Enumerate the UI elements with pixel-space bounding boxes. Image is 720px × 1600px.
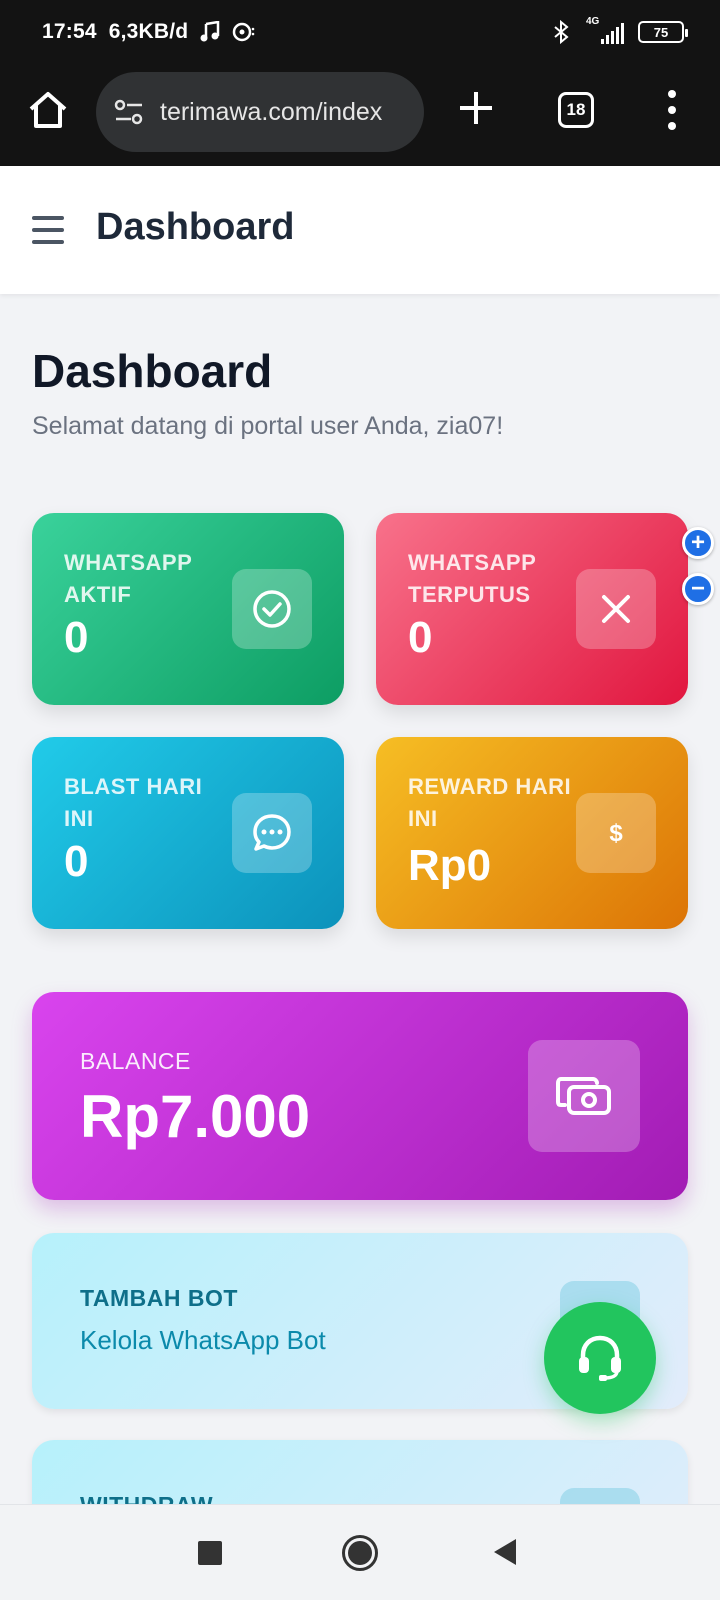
- new-tab-icon[interactable]: [456, 88, 496, 128]
- app-header: Dashboard: [0, 166, 720, 294]
- stat-card-reward-hari-ini[interactable]: REWARD HARI INI Rp0 $: [376, 737, 688, 929]
- stat-label: WHATSAPP TERPUTUS: [408, 550, 536, 607]
- chat-bubble-icon: [253, 814, 291, 851]
- action-subtitle: Kelola WhatsApp Bot: [80, 1325, 326, 1355]
- status-left: 17:54 6,3KB/d: [42, 20, 256, 44]
- home-icon[interactable]: [26, 88, 70, 132]
- stat-icon-box: [232, 793, 312, 873]
- svg-text:$: $: [609, 820, 623, 847]
- address-bar[interactable]: terimawa.com/index: [96, 72, 424, 152]
- support-fab[interactable]: [544, 1302, 656, 1414]
- stat-card-whatsapp-terputus[interactable]: WHATSAPP TERPUTUS 0: [376, 513, 688, 705]
- money-icon: [556, 1077, 611, 1115]
- check-circle-icon: [253, 590, 291, 628]
- stat-card-blast-hari-ini[interactable]: BLAST HARI INI 0: [32, 737, 344, 929]
- x-icon: [602, 595, 630, 623]
- stat-value: 0: [64, 837, 89, 886]
- stat-icon-box: $: [576, 793, 656, 873]
- network-type: 4G: [586, 16, 600, 27]
- tabs-button[interactable]: 18: [558, 92, 594, 128]
- stat-label: WHATSAPP AKTIF: [64, 550, 192, 607]
- stat-label: REWARD HARI INI: [408, 774, 572, 831]
- back-icon[interactable]: [494, 1539, 516, 1565]
- status-bar: 17:54 6,3KB/d 4G 75: [0, 0, 720, 70]
- status-right: 4G 75: [552, 16, 688, 44]
- tab-count: 18: [566, 100, 586, 119]
- balance-icon-box: [528, 1040, 640, 1152]
- network-speed: 6,3KB/d: [108, 20, 189, 43]
- stat-value: 0: [64, 613, 89, 662]
- browser-toolbar: terimawa.com/index 18: [0, 70, 720, 166]
- url-text[interactable]: terimawa.com/index: [160, 98, 382, 127]
- stat-label: BLAST HARI INI: [64, 774, 203, 831]
- zoom-out-button[interactable]: −: [682, 573, 714, 605]
- media-icon: [233, 22, 255, 42]
- stat-icon-box: [576, 569, 656, 649]
- zoom-out-label: −: [690, 575, 705, 602]
- status-time: 17:54: [42, 20, 97, 43]
- home-nav-icon[interactable]: [342, 1535, 378, 1571]
- page-subtitle: Selamat datang di portal user Anda, zia0…: [32, 412, 504, 440]
- bluetooth-icon: [554, 20, 569, 44]
- battery-icon: 75: [638, 21, 688, 43]
- site-settings-icon[interactable]: [114, 98, 144, 126]
- balance-card[interactable]: BALANCE Rp7.000: [32, 992, 688, 1200]
- header-title: Dashboard: [96, 206, 295, 248]
- more-icon[interactable]: [662, 90, 682, 130]
- music-note-icon: [200, 21, 220, 42]
- stat-card-whatsapp-aktif[interactable]: WHATSAPP AKTIF 0: [32, 513, 344, 705]
- balance-value: Rp7.000: [80, 1083, 311, 1150]
- signal-4g-icon: 4G: [586, 16, 624, 44]
- stat-value: Rp0: [408, 841, 492, 890]
- stat-icon-box: [232, 569, 312, 649]
- battery-level: 75: [653, 24, 669, 40]
- page-title: Dashboard: [32, 345, 273, 397]
- recents-icon[interactable]: [198, 1541, 222, 1565]
- zoom-in-button[interactable]: +: [682, 527, 714, 559]
- dollar-icon: $: [609, 820, 623, 847]
- action-title: TAMBAH BOT: [80, 1285, 238, 1311]
- system-nav-bar: [0, 1504, 720, 1600]
- zoom-in-label: +: [690, 529, 705, 556]
- headset-icon: [579, 1335, 621, 1381]
- menu-icon[interactable]: [32, 216, 64, 244]
- stat-value: 0: [408, 613, 433, 662]
- balance-label: BALANCE: [80, 1048, 191, 1074]
